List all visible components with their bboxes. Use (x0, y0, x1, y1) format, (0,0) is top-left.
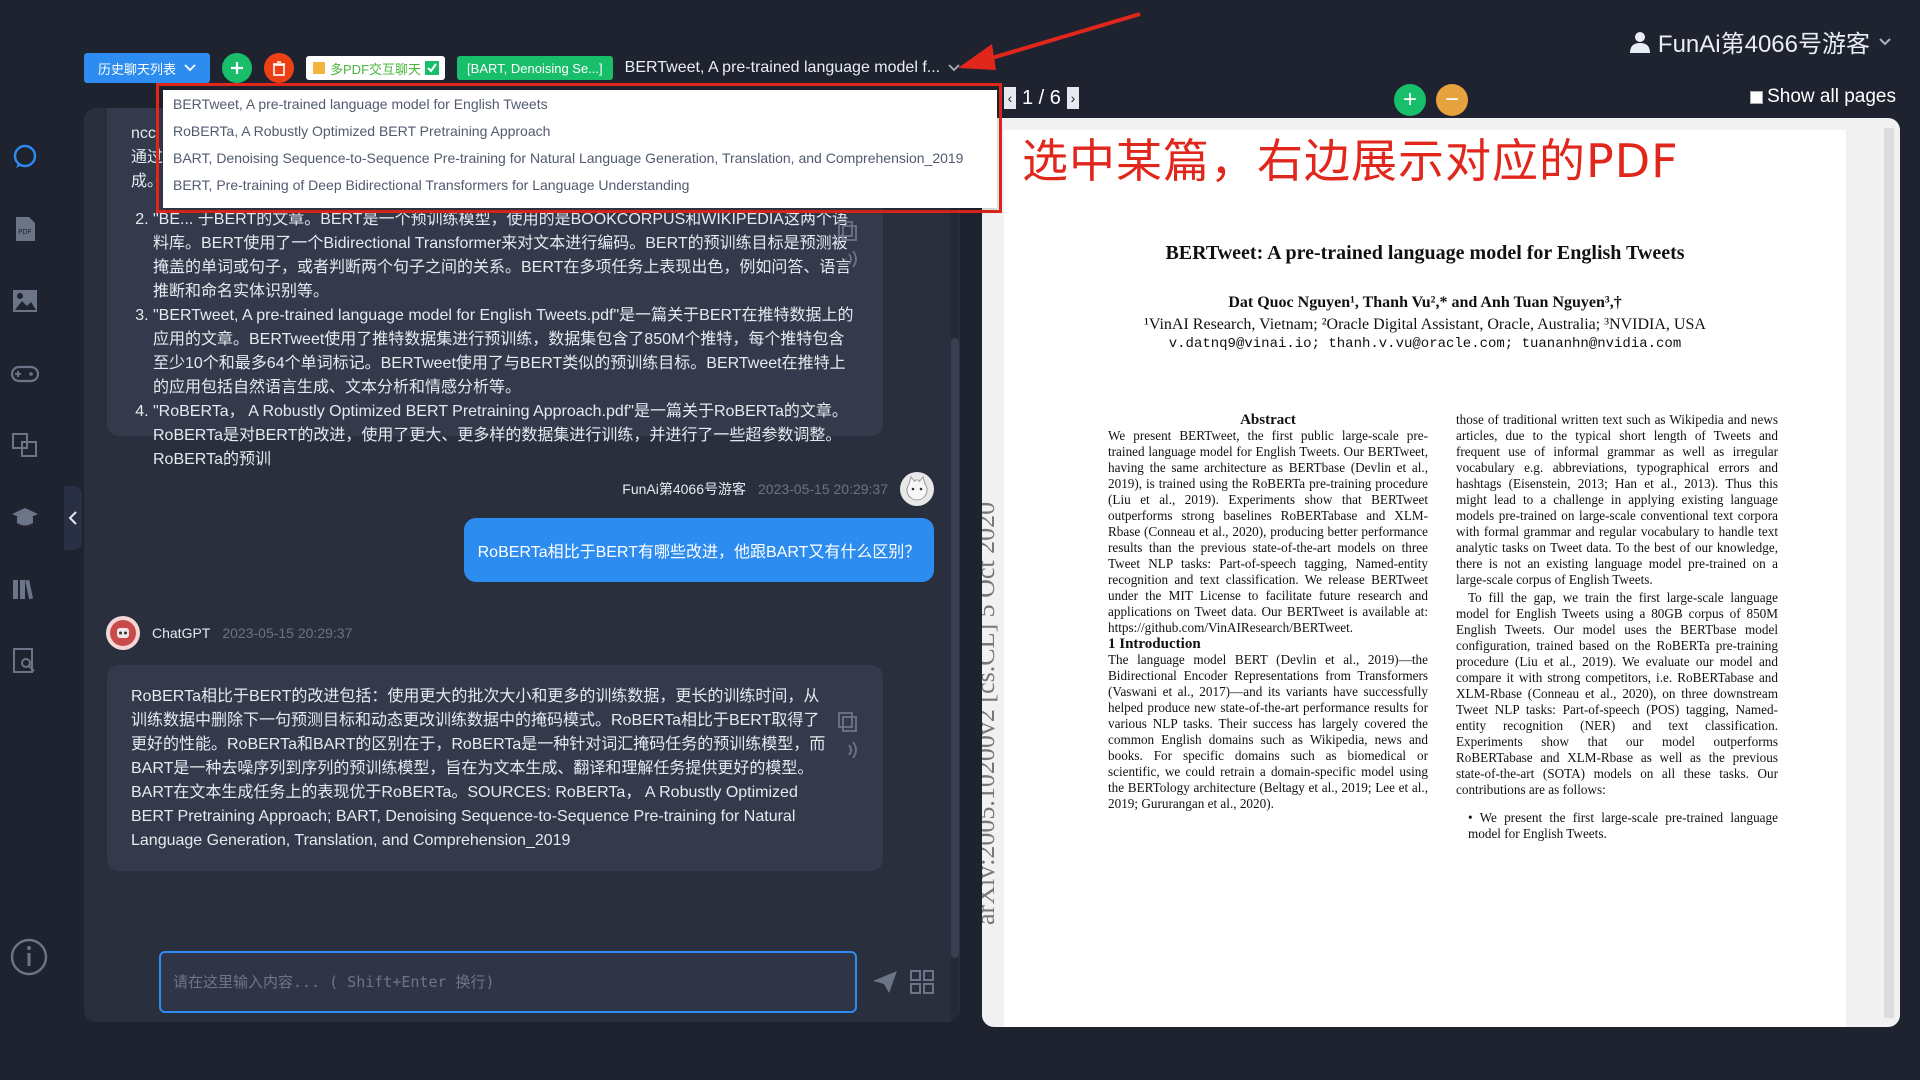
chat-icon[interactable] (10, 142, 40, 172)
user-message-text: RoBERTa相比于BERT有哪些改进，他跟BART又有什么区别？ (477, 544, 921, 561)
assistant-message-text: RoBERTa相比于BERT的改进包括：使用更大的批次大小和更多的训练数据，更长… (131, 688, 826, 849)
user-icon (1629, 31, 1650, 53)
left-rail: PDF (0, 0, 58, 1080)
bullet-text: We present the first large-scale pre-tra… (1468, 810, 1778, 841)
selected-pdf-label: [BART, Denoising Se...] (467, 60, 603, 76)
user-menu[interactable]: FunAi第4066号游客 (1629, 24, 1892, 59)
new-chat-button[interactable] (222, 53, 253, 83)
dropdown-option[interactable]: BERT, Pre-training of Deep Bidirectional… (163, 171, 997, 198)
plus-icon (231, 62, 244, 74)
pdf-dropdown-highlight: BERTweet, A pre-trained language model f… (156, 83, 1002, 213)
bot-name: ChatGPT (152, 625, 211, 641)
right-paragraph: those of traditional written text such a… (1456, 412, 1778, 587)
intro-heading: 1 Introduction (1108, 636, 1201, 652)
annotation-text: 选中某篇，右边展示对应的PDF (1022, 134, 1679, 188)
library-icon[interactable] (10, 574, 40, 604)
user-message: RoBERTa相比于BERT有哪些改进，他跟BART又有什么区别？ (464, 518, 934, 582)
left-column: Abstract We present BERTweet, the first … (1108, 412, 1428, 812)
pdf-pagination: ‹ 1 / 6 › (1004, 84, 1079, 112)
paper-emails: v.datnq9@vinai.io; thanh.v.vu@oracle.com… (1168, 336, 1682, 352)
show-all-label: Show all pages (1767, 86, 1896, 107)
copy-icon[interactable] (837, 711, 859, 733)
selected-pdf-tag[interactable]: [BART, Denoising Se...] (457, 56, 613, 80)
history-list-button[interactable]: 历史聊天列表 (84, 53, 211, 83)
page-indicator: 1 / 6 (1022, 86, 1061, 109)
paper-title: BERTweet: A pre-trained language model f… (1165, 242, 1685, 264)
speaker-icon[interactable] (839, 739, 861, 761)
robot-avatar-icon (110, 620, 136, 646)
dropdown-option[interactable]: BERTweet, A pre-trained language model f… (163, 90, 997, 117)
pdf-dropdown-menu: BERTweet, A pre-trained language model f… (163, 90, 997, 208)
user-name: FunAi第4066号游客 (622, 481, 746, 497)
chevron-down-icon (184, 64, 196, 72)
checkbox-checked-icon (425, 61, 440, 75)
show-all-pages-toggle[interactable]: Show all pages (1750, 86, 1896, 108)
gamepad-icon[interactable] (10, 358, 40, 388)
translate-icon[interactable] (10, 430, 40, 460)
multi-pdf-label: 多PDF交互聊天 (330, 61, 422, 77)
arxiv-id: arXiv:2005.10200v2 [cs.CL] 5 Oct 2020 (982, 501, 1000, 925)
chat-toolbar: 历史聊天列表 多PDF交互聊天 [BART, Denoising Se...] … (84, 52, 960, 84)
chevron-down-icon (1879, 37, 1891, 45)
copy-icon[interactable] (837, 220, 859, 242)
prev-page-button[interactable]: ‹ (1004, 87, 1016, 109)
zoom-out-button[interactable]: − (1436, 84, 1468, 116)
abstract-text: We present BERTweet, the first public la… (1108, 428, 1428, 635)
message-input[interactable] (161, 953, 855, 1011)
graduation-cap-icon[interactable] (10, 502, 40, 532)
pdf-icon[interactable]: PDF (10, 214, 40, 244)
pdf-page: BERTweet: A pre-trained language model f… (982, 130, 1846, 1027)
list-item: "BERTweet, A pre-trained language model … (153, 304, 859, 400)
right-column: those of traditional written text such a… (1456, 412, 1778, 842)
pdf-scrollbar[interactable] (1884, 128, 1894, 1018)
assistant-message-header: ChatGPT 2023-05-15 20:29:37 (106, 616, 352, 650)
message-input-wrapper (159, 951, 857, 1013)
chat-scrollbar[interactable] (951, 108, 959, 1022)
abstract-heading: Abstract (1240, 412, 1296, 428)
trash-icon (273, 60, 286, 76)
avatar (900, 472, 934, 506)
pdf-select[interactable]: BERTweet, A pre-trained language model f… (625, 59, 960, 77)
right-paragraph: To fill the gap, we train the first larg… (1456, 590, 1778, 797)
show-all-checkbox[interactable] (1750, 90, 1764, 104)
scrollbar-thumb[interactable] (951, 338, 959, 958)
chevron-down-icon (948, 64, 960, 72)
multi-pdf-icon (313, 62, 326, 74)
assistant-message: RoBERTa相比于BERT的改进包括：使用更大的批次大小和更多的训练数据，更长… (107, 665, 883, 871)
pdf-viewer[interactable]: BERTweet: A pre-trained language model f… (982, 118, 1900, 1027)
right-bullet: • We present the first large-scale pre-t… (1468, 810, 1778, 841)
apps-grid-icon[interactable] (910, 970, 934, 994)
dropdown-option[interactable]: RoBERTa, A Robustly Optimized BERT Pretr… (163, 117, 997, 144)
delete-chat-button[interactable] (264, 53, 295, 83)
timestamp: 2023-05-15 20:29:37 (758, 481, 888, 497)
intro-text: The language model BERT (Devlin et al., … (1108, 652, 1428, 811)
next-page-button[interactable]: › (1066, 87, 1079, 109)
avatar (106, 616, 140, 650)
document-search-icon[interactable] (10, 646, 40, 676)
dropdown-option[interactable]: BART, Denoising Sequence-to-Sequence Pre… (163, 144, 997, 171)
multi-pdf-toggle[interactable]: 多PDF交互聊天 (306, 56, 446, 80)
chat-panel: ncc 通过 成。 "BE... 于BERT的文章。BERT是一个预训练模型，使… (84, 108, 960, 1022)
collapse-sidebar-button[interactable] (64, 486, 82, 550)
user-message-header: FunAi第4066号游客 2023-05-15 20:29:37 (622, 472, 934, 506)
pdf-select-value: BERTweet, A pre-trained language model f… (624, 59, 941, 76)
paper-authors: Dat Quoc Nguyen¹, Thanh Vu²,* and Anh Tu… (1228, 294, 1622, 311)
svg-text:PDF: PDF (18, 228, 32, 236)
chevron-left-icon (68, 511, 77, 525)
history-list-label: 历史聊天列表 (98, 61, 177, 77)
paper-affiliations: ¹VinAI Research, Vietnam; ²Oracle Digita… (1144, 316, 1706, 333)
send-icon[interactable] (872, 970, 898, 994)
user-name: FunAi第4066号游客 (1657, 31, 1870, 58)
image-icon[interactable] (10, 286, 40, 316)
list-item: "BE... 于BERT的文章。BERT是一个预训练模型，使用的是BOOKCOR… (153, 208, 859, 304)
zoom-in-button[interactable]: + (1394, 84, 1426, 116)
timestamp: 2023-05-15 20:29:37 (222, 625, 353, 641)
list-item: "RoBERTa， A Robustly Optimized BERT Pret… (153, 400, 859, 472)
info-icon[interactable] (10, 938, 48, 976)
cat-avatar-icon (906, 475, 928, 501)
speaker-icon[interactable] (839, 248, 861, 270)
